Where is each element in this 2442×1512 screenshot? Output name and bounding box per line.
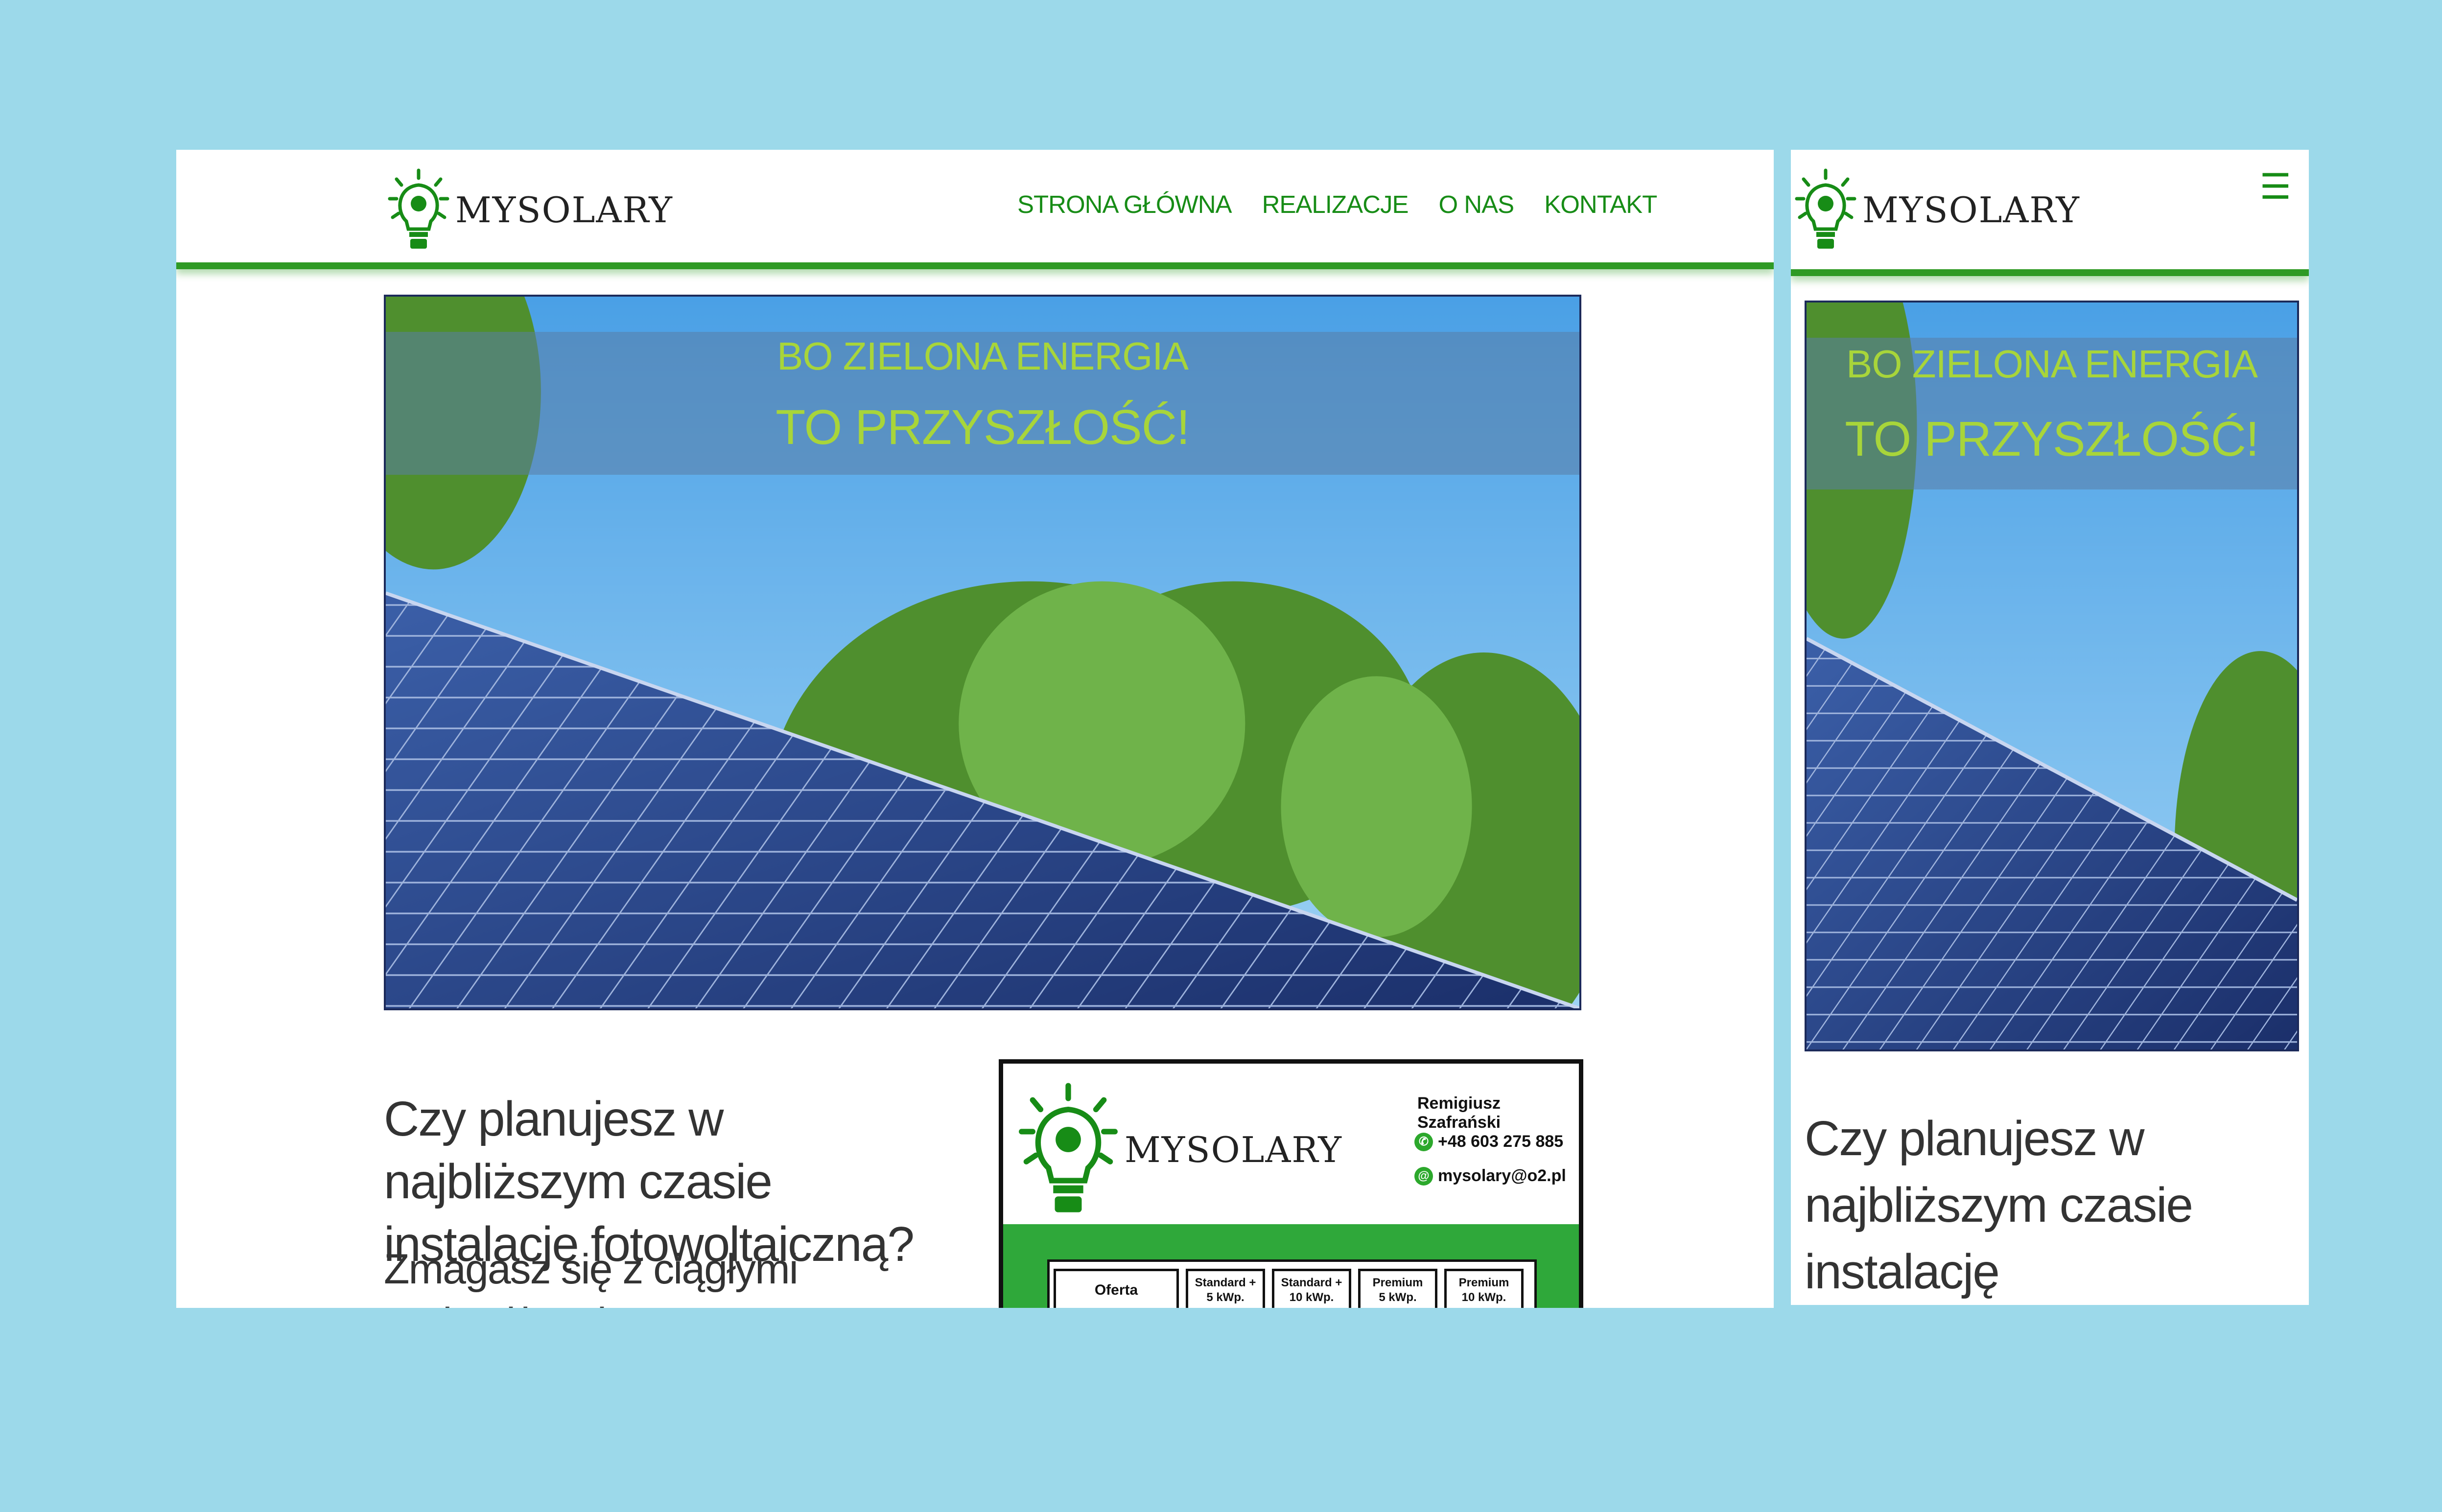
desktop-view: MYSOLARY STRONA GŁÓWNA REALIZACJE O NAS … <box>176 150 1774 1308</box>
logo-text: MYSOLARY <box>455 189 673 231</box>
site-header: MYSOLARY STRONA GŁÓWNA REALIZACJE O NAS … <box>176 150 1774 269</box>
hero-headline-band: BO ZIELONA ENERGIA TO PRZYSZŁOŚĆ! <box>1807 338 2297 489</box>
site-logo[interactable]: MYSOLARY <box>387 168 673 252</box>
mobile-view: MYSOLARY ☰ BO ZIELONA ENERGIA TO PRZYSZŁ… <box>1791 150 2309 1305</box>
flyer-header: MYSOLARY Remigiusz Szafrański ✆ +48 603 … <box>1003 1064 1579 1224</box>
offer-option-power: 5 kWp. <box>1206 1291 1244 1304</box>
offer-option-name: Premium <box>1458 1276 1509 1289</box>
hero-line-2: TO PRZYSZŁOŚĆ! <box>775 400 1190 455</box>
offer-flyer: MYSOLARY Remigiusz Szafrański ✆ +48 603 … <box>999 1059 1583 1308</box>
offer-table-header: Oferta <box>1054 1269 1179 1308</box>
flyer-phone: ✆ +48 603 275 885 <box>1414 1132 1563 1151</box>
offer-option-power: 10 kWp. <box>1461 1291 1506 1304</box>
mobile-hero-banner: BO ZIELONA ENERGIA TO PRZYSZŁOŚĆ! <box>1805 301 2299 1051</box>
offer-option-name: Standard + <box>1195 1276 1256 1289</box>
hero-banner: BO ZIELONA ENERGIA TO PRZYSZŁOŚĆ! <box>384 295 1581 1010</box>
nav-item-about[interactable]: O NAS <box>1438 190 1514 219</box>
hero-line-1: BO ZIELONA ENERGIA <box>1846 342 2258 386</box>
flyer-email: @ mysolary@o2.pl <box>1414 1166 1566 1186</box>
flyer-contact-name: Remigiusz Szafrański <box>1417 1094 1501 1132</box>
offer-option-power: 5 kWp. <box>1379 1291 1417 1304</box>
mobile-site-logo[interactable]: MYSOLARY <box>1794 168 2080 252</box>
flyer-logo: MYSOLARY <box>1017 1081 1342 1218</box>
lightbulb-logo-icon <box>388 168 449 249</box>
nav-item-contact[interactable]: KONTAKT <box>1544 190 1657 219</box>
offer-table: Oferta Standard + 5 kWp. Standard + 10 kWp… <box>1047 1259 1537 1308</box>
hero-line-1: BO ZIELONA ENERGIA <box>776 334 1189 378</box>
intro-heading: Czy planujesz w najbliższym czasie insta… <box>1805 1111 2193 1299</box>
phone-icon: ✆ <box>1414 1132 1433 1151</box>
offer-option-power: 10 kWp. <box>1289 1291 1334 1304</box>
intro-body: Zmagasz się z ciągłymi podwyżkami <box>384 1246 798 1308</box>
email-icon: @ <box>1414 1166 1433 1186</box>
offer-option: Standard + 10 kWp. <box>1272 1269 1351 1308</box>
lightbulb-logo-icon <box>1019 1083 1118 1212</box>
flyer-email-address: mysolary@o2.pl <box>1438 1166 1566 1185</box>
flyer-phone-number: +48 603 275 885 <box>1438 1132 1564 1151</box>
offer-option: Standard + 5 kWp. <box>1186 1269 1265 1308</box>
offer-option-name: Premium <box>1372 1276 1423 1289</box>
offer-option: Premium 10 kWp. <box>1444 1269 1524 1308</box>
logo-text: MYSOLARY <box>1862 189 2080 231</box>
offer-option: Premium 5 kWp. <box>1358 1269 1437 1308</box>
hero-line-2: TO PRZYSZŁOŚĆ! <box>1845 412 2259 466</box>
main-nav: STRONA GŁÓWNA REALIZACJE O NAS KONTAKT <box>1017 190 1657 219</box>
hero-headline-band: BO ZIELONA ENERGIA TO PRZYSZŁOŚĆ! <box>386 332 1579 475</box>
flyer-logo-text: MYSOLARY <box>1125 1129 1342 1170</box>
nav-item-realizations[interactable]: REALIZACJE <box>1262 190 1409 219</box>
mobile-header: MYSOLARY ☰ <box>1791 150 2309 276</box>
nav-item-home[interactable]: STRONA GŁÓWNA <box>1017 190 1232 219</box>
hamburger-menu-icon[interactable]: ☰ <box>2259 169 2291 205</box>
offer-option-name: Standard + <box>1281 1276 1342 1289</box>
lightbulb-logo-icon <box>1795 168 1856 249</box>
